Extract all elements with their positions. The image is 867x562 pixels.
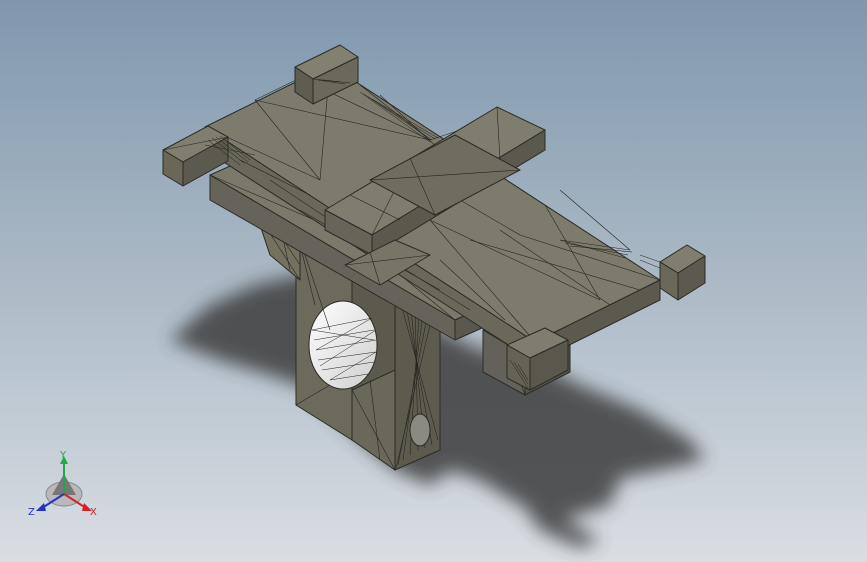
model-scene[interactable]: Y X Z [0, 0, 867, 562]
hole-cutout [308, 300, 378, 390]
axis-triad[interactable]: Y X Z [28, 450, 97, 518]
y-axis-label: Y [59, 450, 67, 461]
z-axis-arrow-icon [36, 503, 46, 511]
3d-viewport[interactable]: Y X Z [0, 0, 867, 562]
x-axis-label: X [90, 507, 97, 518]
z-axis-label: Z [28, 507, 35, 518]
